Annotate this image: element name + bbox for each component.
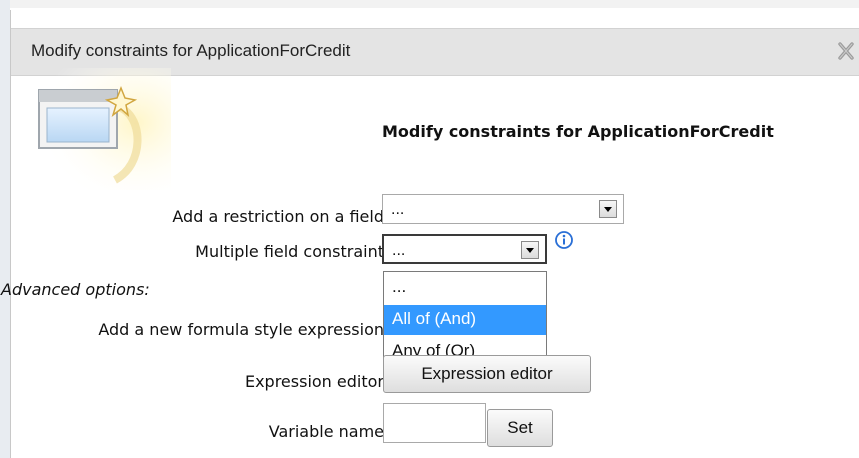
add-restriction-value: ... — [391, 201, 405, 218]
dropdown-option[interactable]: ... — [384, 273, 546, 303]
multiple-field-value: ... — [392, 242, 406, 259]
add-restriction-select[interactable]: ... — [382, 194, 624, 224]
info-icon[interactable] — [554, 230, 574, 250]
set-button[interactable]: Set — [487, 409, 553, 447]
multiple-field-label: Multiple field constraint — [195, 242, 384, 261]
variable-name-label: Variable name — [268, 422, 384, 441]
formula-label: Add a new formula style expression — [98, 320, 384, 339]
chevron-down-icon[interactable] — [599, 200, 617, 218]
expression-editor-button[interactable]: Expression editor — [383, 355, 591, 393]
dropdown-option-selected[interactable]: All of (And) — [384, 305, 546, 335]
chevron-down-icon[interactable] — [521, 241, 539, 259]
expression-editor-label: Expression editor — [244, 372, 384, 391]
wizard-window-icon — [31, 68, 171, 190]
close-icon[interactable] — [837, 40, 855, 62]
add-restriction-label: Add a restriction on a field — [172, 207, 384, 226]
advanced-options-label: Advanced options: — [1, 280, 150, 299]
multiple-field-select[interactable]: ... — [382, 234, 547, 264]
dialog-heading: Modify constraints for ApplicationForCre… — [382, 122, 774, 141]
variable-name-input[interactable] — [383, 403, 486, 443]
background-strip-top — [0, 0, 859, 8]
dialog-title: Modify constraints for ApplicationForCre… — [31, 41, 351, 60]
modify-constraints-dialog: Modify constraints for ApplicationForCre… — [1, 10, 859, 458]
background-strip-left — [0, 0, 10, 458]
